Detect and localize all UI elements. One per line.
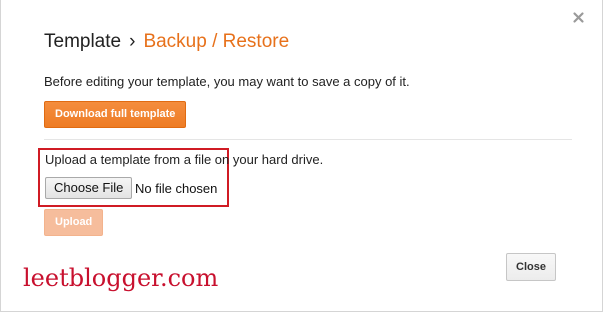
download-full-template-button[interactable]: Download full template bbox=[44, 101, 187, 128]
backup-description: Before editing your template, you may wa… bbox=[44, 74, 410, 89]
section-divider bbox=[44, 139, 572, 140]
close-icon[interactable] bbox=[571, 10, 587, 26]
close-button[interactable]: Close bbox=[506, 253, 556, 281]
breadcrumb: Template › Backup / Restore bbox=[44, 31, 289, 53]
choose-file-button[interactable]: Choose File bbox=[45, 177, 133, 199]
watermark-text: leetblogger.com bbox=[23, 264, 219, 292]
upload-button: Upload bbox=[44, 209, 104, 236]
backup-restore-dialog: Template › Backup / Restore Before editing… bbox=[0, 0, 603, 312]
breadcrumb-parent[interactable]: Template bbox=[44, 31, 121, 52]
breadcrumb-separator-icon: › bbox=[129, 31, 136, 52]
page-title: Backup / Restore bbox=[143, 31, 290, 52]
file-status-text: No file chosen bbox=[135, 181, 218, 196]
upload-instructions: Upload a template from a file on your ha… bbox=[45, 152, 324, 167]
